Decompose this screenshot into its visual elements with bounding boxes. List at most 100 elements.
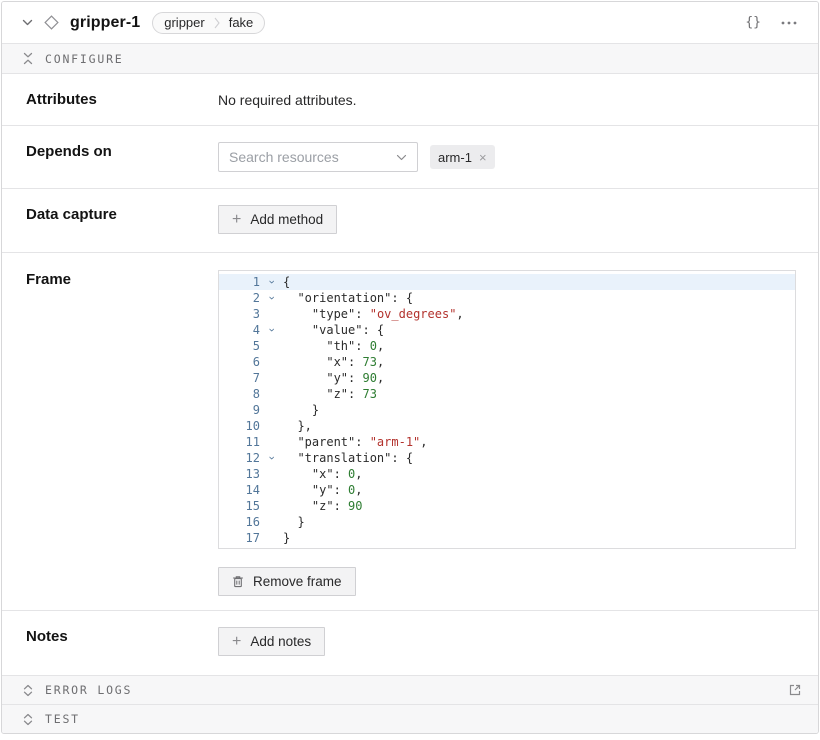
code-line-text: "value": { [283, 322, 384, 338]
line-number: 1 [219, 274, 260, 290]
overflow-menu-button[interactable] [776, 11, 802, 35]
test-section-label: TEST [45, 712, 80, 726]
line-number: 6 [219, 354, 260, 370]
code-line-text: "y": 0, [283, 482, 363, 498]
error-logs-section-label: ERROR LOGS [45, 683, 132, 697]
trash-icon [232, 575, 244, 588]
collapse-vertical-icon [23, 52, 33, 65]
line-number: 3 [219, 306, 260, 322]
editor-line[interactable]: 11 "parent": "arm-1", [219, 434, 795, 450]
code-line-text: "type": "ov_degrees", [283, 306, 464, 322]
badge-type-label: gripper [164, 15, 204, 30]
line-number: 14 [219, 482, 260, 498]
code-line-text: "translation": { [283, 450, 413, 466]
line-number: 13 [219, 466, 260, 482]
resource-config-card: gripper-1 gripper fake {} CONFIGURE Attr… [1, 1, 819, 734]
code-editor-lines: 1›{2› "orientation": {3 "type": "ov_degr… [219, 274, 795, 546]
configure-section-label: CONFIGURE [45, 52, 124, 66]
line-number: 15 [219, 498, 260, 514]
attributes-row: Attributes No required attributes. [2, 74, 818, 126]
code-line-text: "th": 0, [283, 338, 384, 354]
code-line-text: "z": 90 [283, 498, 363, 514]
line-number: 17 [219, 530, 260, 546]
line-number: 4 [219, 322, 260, 338]
depends-on-row: Depends on Search resources arm-1 × [2, 126, 818, 189]
editor-line[interactable]: 15 "z": 90 [219, 498, 795, 514]
code-line-text: } [283, 530, 290, 546]
resource-title: gripper-1 [70, 14, 140, 32]
code-line-text: }, [283, 418, 312, 434]
plus-icon: + [232, 212, 241, 228]
notes-label: Notes [26, 627, 218, 645]
add-notes-button-label: Add notes [250, 634, 311, 649]
data-capture-row: Data capture + Add method [2, 189, 818, 253]
remove-frame-button[interactable]: Remove frame [218, 567, 356, 596]
line-number: 11 [219, 434, 260, 450]
editor-line[interactable]: 4› "value": { [219, 322, 795, 338]
remove-frame-button-label: Remove frame [253, 574, 342, 589]
editor-line[interactable]: 3 "type": "ov_degrees", [219, 306, 795, 322]
code-line-text: { [283, 274, 290, 290]
depends-on-label: Depends on [26, 142, 218, 160]
badge-divider-icon [214, 17, 220, 29]
add-notes-button[interactable]: + Add notes [218, 627, 325, 656]
line-number: 7 [219, 370, 260, 386]
plus-icon: + [232, 634, 241, 650]
component-diamond-icon [43, 14, 60, 31]
editor-line[interactable]: 13 "x": 0, [219, 466, 795, 482]
resource-type-badge: gripper fake [152, 12, 265, 34]
editor-line[interactable]: 16 } [219, 514, 795, 530]
frame-row: Frame 1›{2› "orientation": {3 "type": "o… [2, 253, 818, 611]
editor-line[interactable]: 17} [219, 530, 795, 546]
json-mode-button[interactable]: {} [740, 11, 766, 35]
editor-line[interactable]: 14 "y": 0, [219, 482, 795, 498]
line-number: 2 [219, 290, 260, 306]
code-line-text: "y": 90, [283, 370, 384, 386]
editor-line[interactable]: 6 "x": 73, [219, 354, 795, 370]
test-section-header[interactable]: TEST [2, 705, 818, 734]
expand-vertical-icon [23, 713, 33, 726]
editor-line[interactable]: 1›{ [219, 274, 795, 290]
data-capture-label: Data capture [26, 205, 218, 223]
code-line-text: } [283, 514, 305, 530]
remove-dependency-icon[interactable]: × [479, 151, 487, 164]
editor-line[interactable]: 9 } [219, 402, 795, 418]
error-logs-section-header[interactable]: ERROR LOGS [2, 676, 818, 705]
line-number: 12 [219, 450, 260, 466]
configure-section-header[interactable]: CONFIGURE [2, 44, 818, 74]
editor-line[interactable]: 2› "orientation": { [219, 290, 795, 306]
add-method-button-label: Add method [250, 212, 323, 227]
line-number: 9 [219, 402, 260, 418]
expand-vertical-icon [23, 684, 33, 697]
line-number: 16 [219, 514, 260, 530]
notes-row: Notes + Add notes [2, 611, 818, 676]
frame-json-editor[interactable]: 1›{2› "orientation": {3 "type": "ov_degr… [218, 270, 796, 549]
resource-header: gripper-1 gripper fake {} [2, 2, 818, 44]
collapse-card-chevron-icon[interactable] [22, 19, 33, 26]
frame-label: Frame [26, 270, 218, 288]
add-method-button[interactable]: + Add method [218, 205, 337, 234]
chevron-down-icon [396, 154, 407, 161]
code-line-text: } [283, 402, 319, 418]
badge-model-label: fake [229, 15, 254, 30]
line-number: 8 [219, 386, 260, 402]
code-line-text: "parent": "arm-1", [283, 434, 428, 450]
search-placeholder: Search resources [229, 149, 339, 165]
editor-line[interactable]: 12› "translation": { [219, 450, 795, 466]
editor-line[interactable]: 8 "z": 73 [219, 386, 795, 402]
editor-line[interactable]: 5 "th": 0, [219, 338, 795, 354]
fold-gutter [264, 527, 280, 550]
code-line-text: "x": 0, [283, 466, 363, 482]
attributes-label: Attributes [26, 90, 218, 108]
editor-line[interactable]: 10 }, [219, 418, 795, 434]
code-line-text: "x": 73, [283, 354, 384, 370]
editor-line[interactable]: 7 "y": 90, [219, 370, 795, 386]
code-line-text: "orientation": { [283, 290, 413, 306]
attributes-message: No required attributes. [218, 90, 357, 108]
depends-on-search-select[interactable]: Search resources [218, 142, 418, 172]
line-number: 5 [219, 338, 260, 354]
open-in-new-icon[interactable] [788, 683, 802, 697]
dependency-chip: arm-1 × [430, 145, 495, 169]
dependency-chip-label: arm-1 [438, 150, 472, 165]
line-number: 10 [219, 418, 260, 434]
